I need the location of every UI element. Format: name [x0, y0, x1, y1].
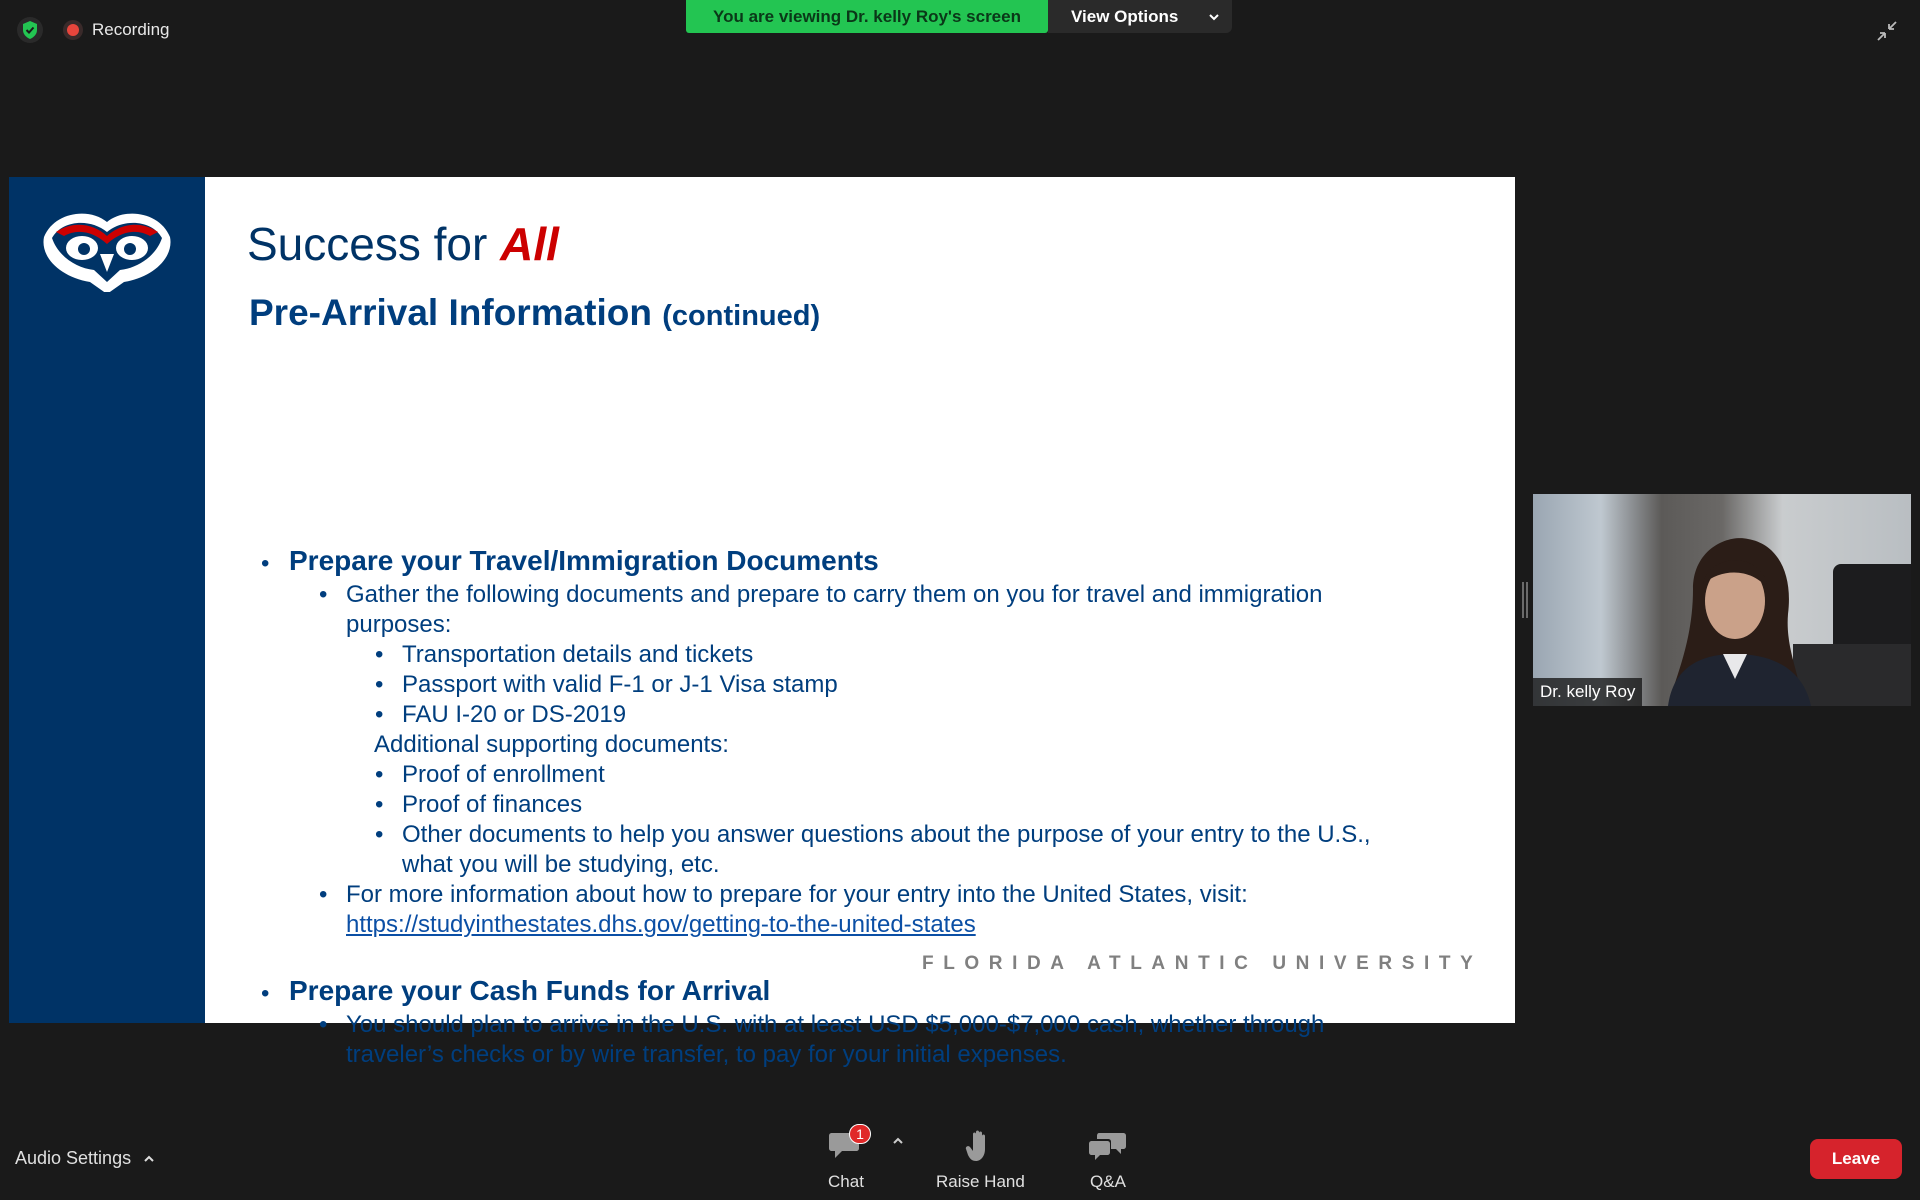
- additional-docs-label: Additional supporting documents:: [374, 731, 729, 758]
- slide-title-emphasis: All: [500, 218, 559, 270]
- leave-button[interactable]: Leave: [1810, 1139, 1902, 1179]
- shared-screen-slide: Success for All Pre-Arrival Information …: [9, 177, 1515, 1068]
- bullet-text: Gather the following documents and prepa…: [346, 581, 1323, 608]
- study-in-states-link[interactable]: https://studyinthestates.dhs.gov/getting…: [346, 910, 976, 940]
- bullet-dot: •: [375, 791, 384, 818]
- participant-video-tile[interactable]: [1533, 494, 1911, 706]
- panel-resize-handle[interactable]: [1522, 582, 1528, 618]
- chat-options-chevron-icon[interactable]: [892, 1132, 904, 1150]
- recording-indicator[interactable]: Recording: [63, 17, 170, 43]
- exit-fullscreen-icon[interactable]: [1872, 16, 1902, 46]
- university-wordmark: FLORIDA ATLANTIC UNIVERSITY: [922, 953, 1483, 974]
- recording-label: Recording: [92, 20, 170, 39]
- slide-subtitle: Pre-Arrival Information (continued): [249, 292, 820, 334]
- bullet-dot: •: [375, 671, 384, 698]
- section-heading-cash: Prepare your Cash Funds for Arrival: [289, 975, 771, 1006]
- chevron-down-icon: [1209, 13, 1220, 20]
- raise-hand-icon: [960, 1126, 1000, 1166]
- bullet-text: You should plan to arrive in the U.S. wi…: [346, 1011, 1325, 1038]
- bullet-dot: •: [261, 980, 270, 1007]
- bullet-dot: •: [375, 641, 384, 668]
- slide-title: Success for All: [247, 217, 559, 271]
- chevron-up-icon: [144, 1155, 154, 1162]
- view-options-label: View Options: [1071, 6, 1179, 26]
- bullet-dot: •: [319, 881, 328, 908]
- bullet-dot: •: [375, 761, 384, 788]
- slide-title-prefix: Success for: [247, 218, 501, 270]
- bullet-text: traveler’s checks or by wire transfer, t…: [346, 1041, 1067, 1068]
- raise-hand-button[interactable]: Raise Hand: [936, 1126, 1025, 1192]
- sub-bullet-text: Proof of enrollment: [402, 761, 605, 788]
- bullet-dot: •: [261, 550, 270, 577]
- section-heading-travel: Prepare your Travel/Immigration Document…: [289, 545, 879, 576]
- bullet-dot: •: [375, 701, 384, 728]
- qa-icon: [1088, 1126, 1128, 1166]
- participant-figure: [1668, 538, 1811, 706]
- audio-settings-button[interactable]: Audio Settings: [15, 1148, 155, 1169]
- bullet-dot: •: [375, 821, 384, 848]
- slide-sidebar: [9, 177, 205, 1023]
- qa-label: Q&A: [1090, 1172, 1126, 1191]
- chat-unread-badge: 1: [849, 1124, 871, 1144]
- raise-hand-label: Raise Hand: [936, 1172, 1025, 1191]
- audio-settings-label: Audio Settings: [15, 1148, 132, 1168]
- bullet-dot: •: [319, 1011, 328, 1038]
- participant-name-label: Dr. kelly Roy: [1533, 678, 1643, 706]
- chat-label: Chat: [828, 1172, 864, 1191]
- fau-owl-logo: [43, 213, 171, 292]
- bullet-dot: •: [319, 581, 328, 608]
- sub-bullet-text: Transportation details and tickets: [402, 641, 754, 668]
- sub-bullet-text: Proof of finances: [402, 791, 583, 818]
- security-shield-icon[interactable]: [17, 17, 43, 43]
- bullet-text: purposes:: [346, 611, 452, 638]
- view-options-button[interactable]: View Options: [1048, 0, 1232, 33]
- chat-icon: 1: [826, 1124, 871, 1166]
- sub-bullet-text: Passport with valid F-1 or J-1 Visa stam…: [402, 671, 838, 698]
- recording-dot-icon: [63, 20, 83, 40]
- sub-bullet-text: Other documents to help you answer quest…: [402, 821, 1371, 848]
- qa-button[interactable]: Q&A: [1088, 1126, 1128, 1192]
- bullet-text: For more information about how to prepar…: [346, 881, 1248, 908]
- chat-button[interactable]: 1 Chat: [826, 1124, 871, 1192]
- sub-bullet-text: FAU I-20 or DS-2019: [402, 701, 627, 728]
- slide-subtitle-suffix: (continued): [662, 300, 821, 332]
- slide-subtitle-main: Pre-Arrival Information: [249, 292, 652, 333]
- sub-bullet-text: what you will be studying, etc.: [402, 851, 720, 878]
- viewing-screen-banner: You are viewing Dr. kelly Roy's screen: [686, 0, 1048, 33]
